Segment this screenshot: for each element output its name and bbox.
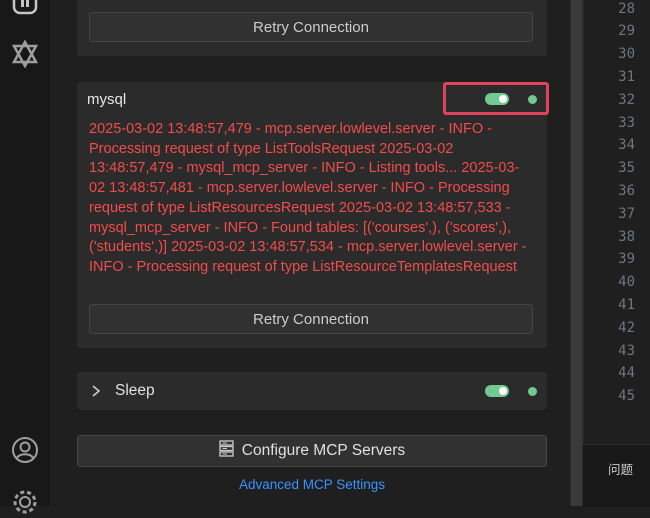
mcp-servers-panel: Retry Connection mysql 2025-03-02 13:48:… [50,0,570,506]
line-number: 44 [618,365,635,381]
line-number: 41 [618,297,635,313]
line-number: 29 [618,23,635,39]
extensions-icon[interactable] [9,0,41,20]
server-status-dot [528,387,537,396]
server-name: Sleep [115,382,155,399]
mcp-logo-icon[interactable] [9,38,41,70]
bottom-panel: 问题 [583,444,650,507]
line-number: 32 [618,92,635,108]
line-number: 28 [618,1,635,17]
server-icon [219,440,234,462]
line-number: 39 [618,251,635,267]
panel-scrollbar[interactable] [570,0,583,506]
configure-label: Configure MCP Servers [241,442,406,459]
line-number: 35 [618,160,635,176]
line-number: 31 [618,69,635,85]
scrollbar-thumb[interactable] [571,0,582,506]
line-number: 38 [618,229,635,245]
retry-connection-button[interactable]: Retry Connection [89,304,533,334]
account-icon[interactable] [9,434,41,466]
server-card-sleep[interactable]: Sleep [77,372,547,410]
editor-line-gutter: 28 29 30 31 32 33 34 35 36 37 38 39 40 4… [583,0,650,444]
server-card-top: Retry Connection [77,0,547,56]
settings-gear-icon[interactable] [9,486,41,518]
server-error-log: 2025-03-02 13:48:57,479 - mcp.server.low… [89,121,527,275]
line-number: 45 [618,388,635,404]
advanced-mcp-settings-link[interactable]: Advanced MCP Settings [77,477,547,492]
line-number: 42 [618,320,635,336]
tab-problems[interactable]: 问题 [608,459,633,478]
line-number: 34 [618,137,635,153]
activity-bar [0,0,50,514]
line-number: 43 [618,343,635,359]
configure-mcp-servers-button[interactable]: Configure MCP Servers [77,435,547,467]
line-number: 37 [618,206,635,222]
server-enable-toggle[interactable] [485,385,509,397]
highlight-box [443,82,549,115]
server-card-mysql: mysql 2025-03-02 13:48:57,479 - mcp.serv… [77,82,547,348]
line-number: 40 [618,274,635,290]
line-number: 30 [618,46,635,62]
chevron-right-icon[interactable] [91,383,101,402]
line-number: 36 [618,183,635,199]
retry-connection-button[interactable]: Retry Connection [89,12,533,42]
line-number: 33 [618,115,635,131]
server-name: mysql [87,91,127,108]
